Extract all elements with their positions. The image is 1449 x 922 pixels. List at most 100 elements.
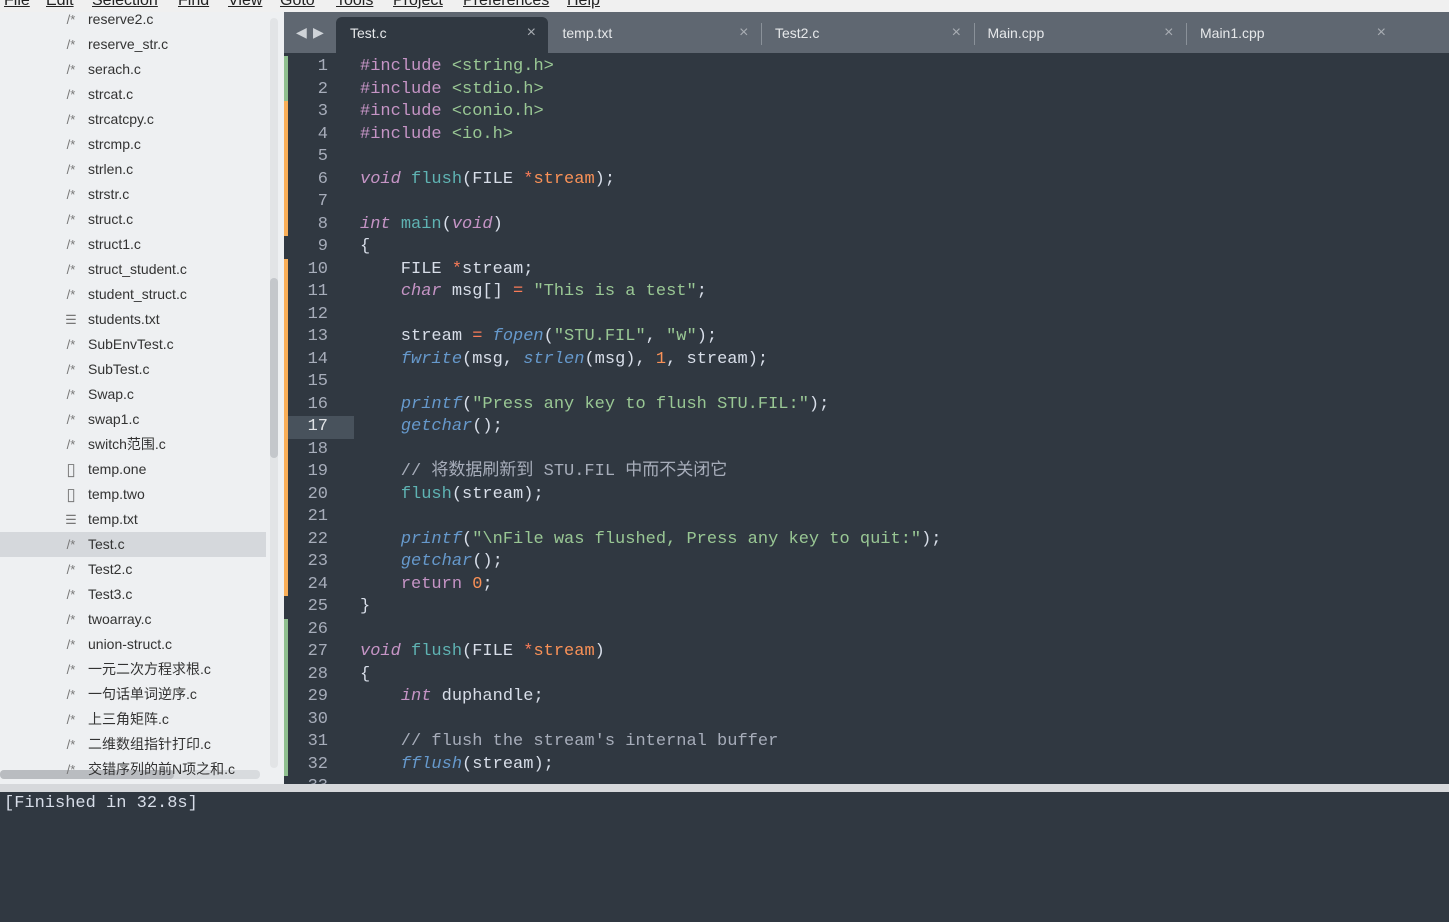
code-token: getchar [400, 552, 473, 571]
c-file-icon: /* [66, 762, 76, 777]
menu-project[interactable]: Project [393, 0, 443, 10]
sidebar-file-item[interactable]: ☰ students.txt [0, 307, 266, 332]
menu-selection[interactable]: Selection [92, 0, 158, 10]
sidebar-file-label: strcatcpy.c [88, 111, 154, 127]
sidebar-file-item[interactable]: /* strcmp.c [0, 132, 266, 157]
sidebar-file-item[interactable]: /* serach.c [0, 57, 266, 82]
panel-divider[interactable] [0, 784, 1449, 792]
sidebar-file-item[interactable]: /* SubTest.c [0, 357, 266, 382]
code-token: 0 [472, 574, 483, 594]
gutter-change-marker [284, 506, 288, 529]
line-number: 2 [317, 79, 328, 99]
sidebar-file-item[interactable]: /* 一句话单词逆序.c [0, 682, 266, 707]
close-tab-icon[interactable]: × [739, 17, 748, 49]
previous-tab-arrow-icon[interactable]: ◀ [296, 24, 307, 41]
line-number: 5 [317, 147, 328, 166]
tab-test2-c[interactable]: Test2.c × [761, 17, 973, 53]
close-tab-icon[interactable]: × [1377, 17, 1386, 49]
c-file-icon: /* [66, 662, 76, 677]
code-token: ( [462, 529, 473, 549]
code-token: int [360, 214, 391, 234]
menu-preferences[interactable]: Preferences [463, 0, 549, 10]
tab-test-c[interactable]: Test.c × [336, 17, 548, 53]
sidebar-file-item[interactable]: /* struct1.c [0, 232, 266, 257]
sidebar-file-item[interactable]: ▯ temp.one [0, 457, 266, 482]
sidebar-file-label: 交错序列的前N项之和.c [88, 761, 235, 777]
c-file-icon: /* [66, 687, 76, 702]
sidebar-file-item[interactable]: /* student_struct.c [0, 282, 266, 307]
gutter-change-marker [284, 618, 288, 641]
menu-goto[interactable]: Goto [280, 0, 315, 10]
line-number: 29 [307, 687, 328, 706]
tab-label: Test2.c [775, 25, 820, 41]
tab-separator [973, 23, 975, 45]
sidebar-file-item[interactable]: ☰ temp.txt [0, 507, 266, 532]
code-token: strlen [523, 349, 585, 369]
sidebar-file-item[interactable]: /* strstr.c [0, 182, 266, 207]
sidebar-file-label: temp.two [88, 486, 145, 502]
close-tab-icon[interactable]: × [527, 17, 536, 49]
c-file-icon: /* [66, 137, 76, 152]
line-number: 13 [307, 327, 328, 346]
c-file-icon: /* [66, 612, 76, 627]
menu-tools[interactable]: Tools [336, 0, 373, 10]
sidebar-file-item[interactable]: /* strlen.c [0, 157, 266, 182]
line-number: 12 [307, 304, 328, 324]
menu-help[interactable]: Help [567, 0, 600, 10]
sidebar-file-item[interactable]: /* 交错序列的前N项之和.c [0, 757, 266, 782]
sidebar-file-label: Test2.c [88, 561, 133, 577]
menu-edit[interactable]: Edit [46, 0, 74, 10]
close-tab-icon[interactable]: × [1164, 17, 1173, 49]
sidebar-file-item[interactable]: /* twoarray.c [0, 607, 266, 632]
sidebar-file-item[interactable]: /* struct_student.c [0, 257, 266, 282]
tab-temp-txt[interactable]: temp.txt × [549, 17, 761, 53]
sidebar-file-item[interactable]: /* 上三角矩阵.c [0, 707, 266, 732]
code-token: flush [400, 484, 452, 504]
output-panel: [Finished in 32.8s] [0, 792, 1449, 922]
sidebar-file-item[interactable]: /* union-struct.c [0, 632, 266, 657]
menu-view[interactable]: View [228, 0, 262, 10]
code-line: #include <stdio.h> [360, 79, 544, 102]
sidebar-file-item[interactable]: /* 一元二次方程求根.c [0, 657, 266, 682]
sidebar-file-item[interactable]: /* SubEnvTest.c [0, 332, 266, 357]
code-line: #include <string.h> [360, 56, 554, 79]
sidebar-file-item[interactable]: /* reserve_str.c [0, 32, 266, 57]
tab-main-cpp[interactable]: Main.cpp × [973, 17, 1186, 53]
sidebar-vertical-scroll-thumb[interactable] [270, 278, 278, 458]
sidebar-file-item[interactable]: /* reserve2.c [0, 12, 266, 32]
c-file-icon: /* [66, 212, 76, 227]
sidebar-file-label: reserve2.c [88, 12, 154, 27]
code-line: printf("Press any key to flush STU.FIL:"… [360, 394, 829, 417]
tab-main1-cpp[interactable]: Main1.cpp × [1186, 17, 1398, 53]
code-line: FILE *stream; [360, 259, 534, 282]
sidebar-file-label: struct_student.c [88, 261, 187, 277]
code-editor[interactable]: 1 #include <string.h> 2 #include <stdio.h> 3… [284, 53, 1449, 784]
sidebar-file-item[interactable]: /* struct.c [0, 207, 266, 232]
line-number: 26 [307, 619, 328, 639]
sidebar-file-item[interactable]: /* switch范围.c [0, 432, 266, 457]
sidebar-file-item[interactable]: /* strcatcpy.c [0, 107, 266, 132]
line-number: 14 [307, 349, 328, 369]
close-tab-icon[interactable]: × [952, 17, 961, 49]
sidebar-file-item[interactable]: /* Test2.c [0, 557, 266, 582]
code-token: char [400, 282, 442, 301]
next-tab-arrow-icon[interactable]: ▶ [313, 24, 324, 41]
menu-file[interactable]: File [4, 0, 30, 10]
sidebar-file-item[interactable]: /* Test3.c [0, 582, 266, 607]
code-token: printf [400, 394, 463, 414]
menu-bar: File Edit Selection Find View Goto Tools Projec… [0, 0, 1449, 12]
c-file-icon: /* [66, 562, 76, 577]
sidebar-file-item[interactable]: ▯ temp.two [0, 482, 266, 507]
sidebar-file-item[interactable]: /* Test.c [0, 532, 266, 557]
line-number: 18 [307, 439, 328, 459]
code-token: "STU.FIL" [553, 327, 646, 346]
sidebar-file-label: struct1.c [88, 236, 141, 252]
sidebar-file-item[interactable]: /* strcat.c [0, 82, 266, 107]
sidebar-file-item[interactable]: /* Swap.c [0, 382, 266, 407]
sidebar-file-item[interactable]: /* 二维数组指针打印.c [0, 732, 266, 757]
sidebar-file-item[interactable]: /* swap1.c [0, 407, 266, 432]
menu-find[interactable]: Find [178, 0, 209, 10]
